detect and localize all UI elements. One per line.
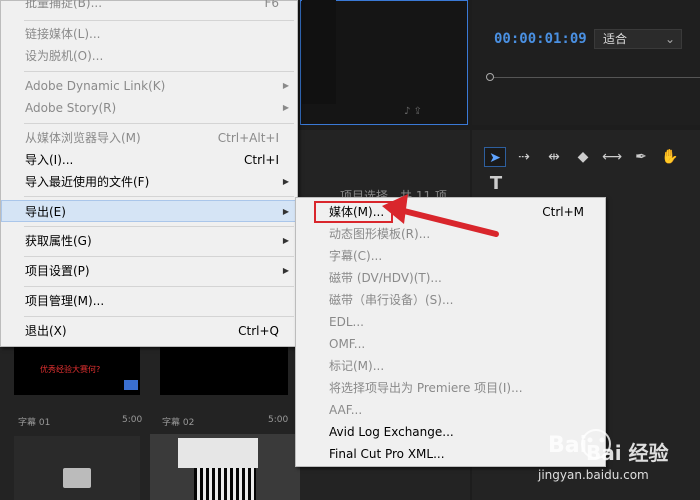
submenu-item-markers[interactable]: 标记(M)...: [300, 355, 602, 377]
watermark-url: jingyan.baidu.com: [538, 468, 649, 482]
menu-item-label: AAF...: [329, 403, 363, 417]
submenu-arrow-icon: ▶: [282, 236, 289, 245]
menu-item-adobe-story[interactable]: Adobe Story(R) ▶: [1, 97, 297, 119]
clip-badge-icon: [124, 380, 138, 390]
menu-item-label: OMF...: [329, 337, 366, 351]
menu-item-shortcut: Ctrl+Alt+I: [217, 131, 279, 145]
menu-item-label: 获取属性(G): [25, 234, 92, 248]
selection-tool-icon[interactable]: ➤: [484, 147, 506, 167]
fit-dropdown-value: 适合: [603, 32, 628, 46]
menu-item-label: 磁带 (DV/HDV)(T)...: [329, 271, 442, 285]
menu-item-label: EDL...: [329, 315, 364, 329]
menu-divider: [24, 123, 294, 124]
svg-text:Bai: Bai: [548, 433, 587, 458]
menu-item-label: Avid Log Exchange...: [329, 425, 454, 439]
menu-divider: [24, 226, 294, 227]
menu-item-label: 导入最近使用的文件(F): [25, 175, 150, 189]
menu-item-label: 将选择项导出为 Premiere 项目(I)...: [329, 381, 523, 395]
menu-divider: [24, 20, 294, 21]
submenu-arrow-icon: ▶: [282, 266, 289, 275]
menu-divider: [24, 196, 294, 197]
menu-item-shortcut: Ctrl+Q: [238, 324, 279, 338]
scrub-bar[interactable]: [490, 77, 700, 78]
folder-icon: [63, 468, 91, 488]
submenu-item-tape-dv-hdv[interactable]: 磁带 (DV/HDV)(T)...: [300, 267, 602, 289]
menu-item-batch-capture[interactable]: 批量捕捉(B)... F6: [1, 0, 297, 14]
submenu-item-export-premiere-project[interactable]: 将选择项导出为 Premiere 项目(I)...: [300, 377, 602, 399]
menu-divider: [24, 286, 294, 287]
program-monitor: [472, 0, 700, 125]
menu-item-dynamic-link[interactable]: Adobe Dynamic Link(K) ▶: [1, 75, 297, 97]
menu-item-label: 磁带（串行设备）(S)...: [329, 293, 454, 307]
clip-thumbnail[interactable]: [160, 347, 288, 395]
menu-divider: [24, 71, 294, 72]
pen-tool-icon[interactable]: ✒: [630, 147, 652, 167]
slip-tool-icon[interactable]: ⟷: [601, 147, 623, 167]
clip-duration: 5:00: [122, 415, 143, 425]
hand-tool-icon[interactable]: ✋: [659, 147, 681, 167]
menu-item-import-from-browser[interactable]: 从媒体浏览器导入(M) Ctrl+Alt+I: [1, 127, 297, 149]
program-timecode[interactable]: 00:00:01:09: [494, 31, 587, 47]
menu-item-project-manager[interactable]: 项目管理(M)...: [1, 290, 297, 312]
menu-item-project-settings[interactable]: 项目设置(P) ▶: [1, 260, 297, 282]
clip-label: 字幕 02: [162, 418, 195, 428]
menu-item-label: 字幕(C)...: [329, 249, 383, 263]
fit-dropdown[interactable]: 适合 ⌄: [594, 29, 682, 49]
menu-item-import[interactable]: 导入(I)... Ctrl+I: [1, 149, 297, 171]
menu-item-export[interactable]: 导出(E) ▶: [1, 200, 297, 222]
menu-item-get-properties[interactable]: 获取属性(G) ▶: [1, 230, 297, 252]
clip-duration: 5:00: [268, 415, 289, 425]
watermark-brand: Bai 经验: [586, 441, 669, 465]
menu-item-label: 项目管理(M)...: [25, 294, 105, 308]
menu-item-label: 导入(I)...: [25, 153, 74, 167]
menu-item-link-media[interactable]: 链接媒体(L)...: [1, 23, 297, 45]
menu-item-shortcut: Ctrl+M: [542, 205, 584, 219]
clip-label: 字幕 01: [18, 418, 51, 428]
menu-item-label: Adobe Story(R): [25, 101, 117, 115]
menu-divider: [24, 316, 294, 317]
submenu-arrow-icon: ▶: [282, 81, 289, 90]
menu-item-label: 从媒体浏览器导入(M): [25, 131, 141, 145]
menu-item-label: 批量捕捉(B)...: [25, 0, 103, 10]
submenu-arrow-icon: ▶: [282, 103, 289, 112]
submenu-arrow-icon: ▶: [282, 177, 289, 186]
menu-item-shortcut: Ctrl+I: [244, 153, 279, 167]
menu-item-import-recent[interactable]: 导入最近使用的文件(F) ▶: [1, 171, 297, 193]
submenu-item-captions[interactable]: 字幕(C)...: [300, 245, 602, 267]
menu-item-label: Final Cut Pro XML...: [329, 447, 445, 461]
menu-item-label: 退出(X): [25, 324, 67, 338]
image-preview: [178, 438, 258, 468]
playhead[interactable]: [486, 73, 494, 81]
menu-item-make-offline[interactable]: 设为脱机(O)...: [1, 45, 297, 67]
thumbnail-title-text: 优秀经验大赛何?: [40, 365, 101, 374]
submenu-item-edl[interactable]: EDL...: [300, 311, 602, 333]
source-monitor-frame: [302, 0, 336, 104]
submenu-arrow-icon: ▶: [282, 207, 289, 216]
track-select-tool-icon[interactable]: ⇢: [513, 147, 535, 167]
menu-item-label: Adobe Dynamic Link(K): [25, 79, 166, 93]
qr-code-image: [194, 468, 256, 500]
razor-tool-icon[interactable]: ◆: [572, 147, 594, 167]
menu-item-label: 项目设置(P): [25, 264, 90, 278]
submenu-item-omf[interactable]: OMF...: [300, 333, 602, 355]
menu-item-label: 链接媒体(L)...: [25, 27, 101, 41]
menu-item-label: 设为脱机(O)...: [25, 49, 104, 63]
menu-item-label: 导出(E): [25, 205, 66, 219]
menu-item-shortcut: F6: [264, 0, 279, 10]
menu-divider: [24, 256, 294, 257]
submenu-item-tape-serial[interactable]: 磁带（串行设备）(S)...: [300, 289, 602, 311]
ripple-edit-tool-icon[interactable]: ⇹: [543, 147, 565, 167]
chevron-down-icon: ⌄: [664, 32, 675, 46]
menu-item-exit[interactable]: 退出(X) Ctrl+Q: [1, 320, 297, 342]
menu-item-label: 标记(M)...: [329, 359, 385, 373]
monitor-controls-icon[interactable]: ♪ ⇪: [404, 106, 422, 117]
annotation-arrow-icon: [382, 194, 499, 237]
